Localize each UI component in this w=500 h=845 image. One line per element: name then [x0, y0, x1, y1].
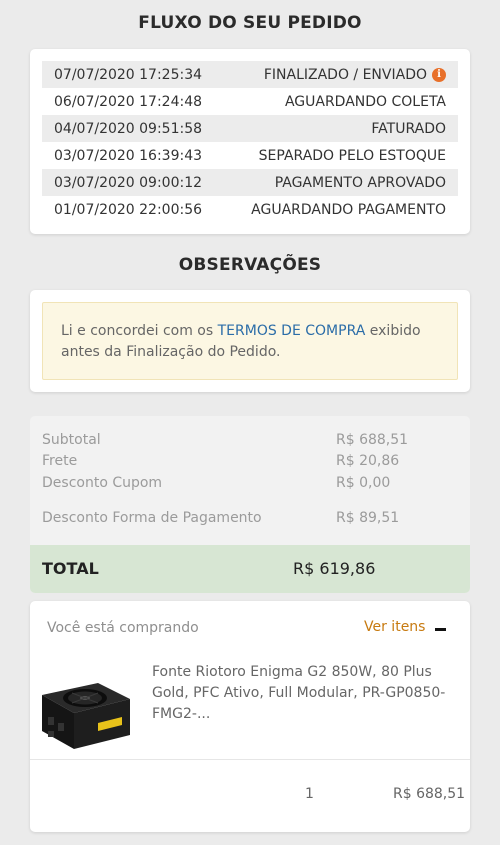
- info-icon[interactable]: i: [432, 67, 446, 82]
- item-quantity: 1: [305, 786, 314, 802]
- cupom-value: R$ 0,00: [336, 475, 391, 491]
- flow-date: 03/07/2020 16:39:43: [54, 147, 203, 164]
- order-summary-card: Subtotal R$ 688,51 Frete R$ 20,86 Descon…: [30, 416, 470, 593]
- terms-link[interactable]: TERMOS DE COMPRA: [218, 323, 366, 339]
- frete-value: R$ 20,86: [336, 453, 400, 469]
- flow-date: 06/07/2020 17:24:48: [54, 93, 203, 110]
- flow-status-cell: FINALIZADO / ENVIADO i: [264, 67, 446, 83]
- flow-date: 01/07/2020 22:00:56: [54, 201, 203, 218]
- observations-title: OBSERVAÇÕES: [178, 255, 322, 275]
- frete-label: Frete: [42, 453, 78, 469]
- flow-status: AGUARDANDO PAGAMENTO: [251, 201, 446, 218]
- flow-status: AGUARDANDO COLETA: [284, 93, 446, 110]
- note-text-before: Li e concordei com os: [61, 323, 218, 339]
- total-bar: TOTAL R$ 619,86: [30, 545, 470, 593]
- flow-row: 04/07/2020 09:51:58 FATURADO: [42, 115, 458, 142]
- observations-card: Li e concordei com os TERMOS DE COMPRA e…: [30, 290, 470, 392]
- order-details-page: FLUXO DO SEU PEDIDO 07/07/2020 17:25:34 …: [0, 0, 500, 845]
- flow-row: 01/07/2020 22:00:56 AGUARDANDO PAGAMENTO: [42, 196, 458, 223]
- item-price: R$ 688,51: [393, 786, 466, 802]
- observation-note: Li e concordei com os TERMOS DE COMPRA e…: [42, 302, 458, 380]
- flow-date: 04/07/2020 09:51:58: [54, 120, 203, 137]
- buying-label: Você está comprando: [47, 620, 199, 636]
- flow-row: 07/07/2020 17:25:34 FINALIZADO / ENVIADO…: [42, 61, 458, 88]
- flow-row: 06/07/2020 17:24:48 AGUARDANDO COLETA: [42, 88, 458, 115]
- flow-status: FATURADO: [371, 120, 446, 137]
- divider: [30, 759, 470, 760]
- total-label: TOTAL: [42, 559, 99, 578]
- order-flow-card: 07/07/2020 17:25:34 FINALIZADO / ENVIADO…: [30, 49, 470, 234]
- ver-itens-link[interactable]: Ver itens: [364, 619, 425, 635]
- flow-status: SEPARADO PELO ESTOQUE: [258, 147, 446, 164]
- items-card: Você está comprando Ver itens Fonte Riot…: [30, 601, 470, 832]
- flow-row: 03/07/2020 16:39:43 SEPARADO PELO ESTOQU…: [42, 142, 458, 169]
- product-image: [42, 683, 130, 749]
- cupom-label: Desconto Cupom: [42, 475, 163, 491]
- subtotal-value: R$ 688,51: [336, 432, 409, 448]
- product-name[interactable]: Fonte Riotoro Enigma G2 850W, 80 Plus Go…: [152, 662, 464, 725]
- subtotal-label: Subtotal: [42, 432, 101, 448]
- flow-title: FLUXO DO SEU PEDIDO: [138, 13, 362, 33]
- payment-discount-label: Desconto Forma de Pagamento: [42, 510, 262, 526]
- flow-date: 07/07/2020 17:25:34: [54, 66, 203, 83]
- flow-status: PAGAMENTO APROVADO: [274, 174, 446, 191]
- flow-date: 03/07/2020 09:00:12: [54, 174, 203, 191]
- payment-discount-value: R$ 89,51: [336, 510, 400, 526]
- total-value: R$ 619,86: [293, 559, 376, 578]
- flow-row: 03/07/2020 09:00:12 PAGAMENTO APROVADO: [42, 169, 458, 196]
- flow-status: FINALIZADO / ENVIADO: [263, 66, 427, 83]
- collapse-minus-icon[interactable]: [435, 628, 446, 631]
